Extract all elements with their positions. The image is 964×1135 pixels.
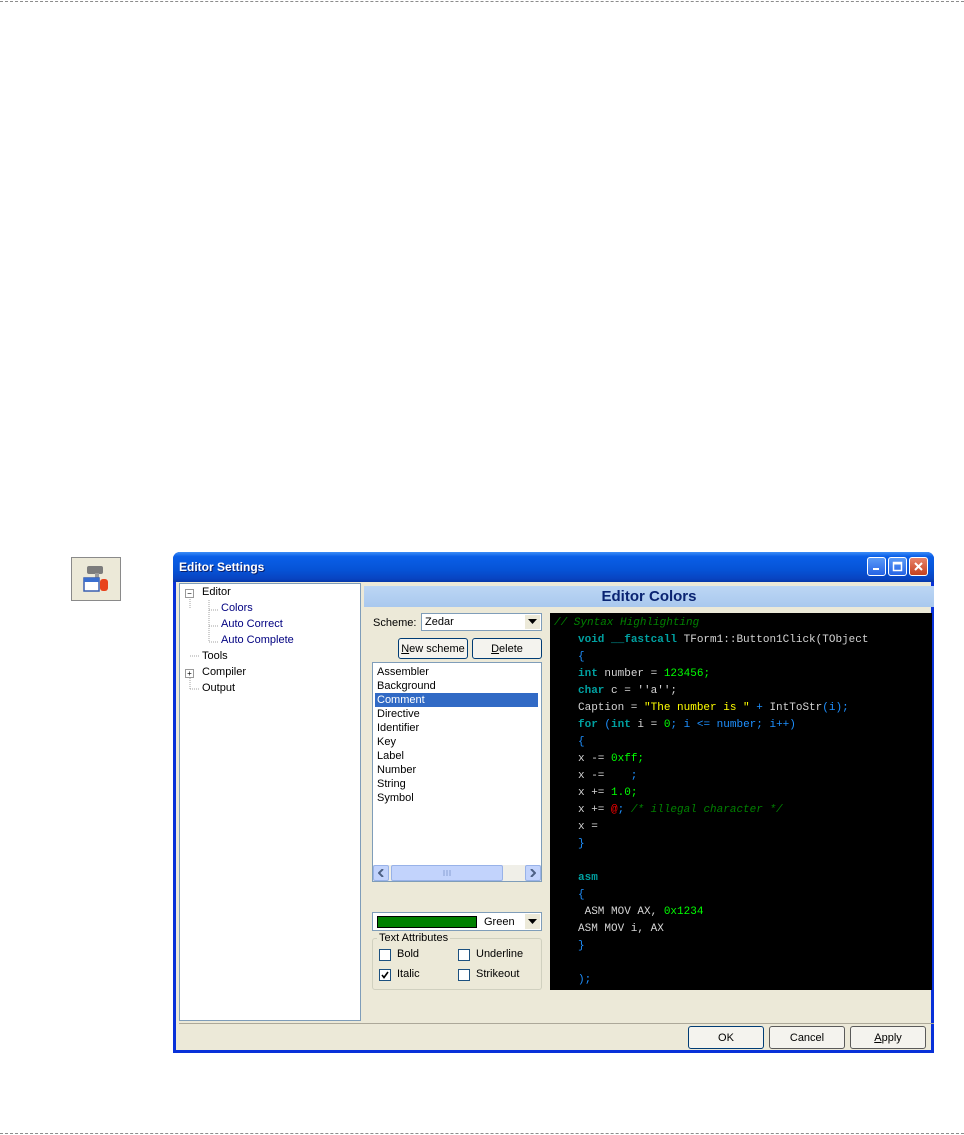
- cancel-button[interactable]: Cancel: [769, 1026, 845, 1049]
- code-line: {: [578, 736, 585, 748]
- underline-label: Underline: [476, 948, 524, 960]
- code-line: int number = 123456;: [578, 668, 711, 680]
- checkmark-icon: [381, 971, 389, 979]
- list-item[interactable]: Identifier: [375, 721, 538, 735]
- list-item[interactable]: Symbol: [375, 791, 538, 805]
- code-line: char c = ''a'';: [578, 685, 678, 697]
- list-item[interactable]: Key: [375, 735, 538, 749]
- italic-checkbox[interactable]: [379, 969, 391, 981]
- list-item[interactable]: String: [375, 777, 538, 791]
- chevron-left-icon: [378, 869, 384, 877]
- list-item-selected[interactable]: Comment: [375, 693, 538, 707]
- scheme-label: Scheme:: [373, 617, 417, 629]
- chevron-right-icon: [530, 869, 536, 877]
- dashed-border-bottom: [0, 1133, 964, 1134]
- scheme-value: Zedar: [425, 616, 454, 628]
- ok-button[interactable]: OK: [688, 1026, 764, 1049]
- code-line: x -= ;: [578, 770, 638, 782]
- code-line: asm: [578, 872, 598, 884]
- italic-label: Italic: [397, 968, 420, 980]
- chevron-down-icon: [525, 914, 540, 929]
- color-select[interactable]: Green: [372, 912, 542, 931]
- bold-label: Bold: [397, 948, 420, 960]
- editor-settings-window: Editor Settings − Editor Colors Auto Cor…: [173, 552, 934, 1053]
- list-item[interactable]: Number: [375, 763, 538, 777]
- minimize-button[interactable]: [867, 557, 886, 576]
- maximize-button[interactable]: [888, 557, 907, 576]
- chevron-down-icon: [525, 615, 540, 629]
- code-line: );: [578, 974, 592, 986]
- strikeout-label: Strikeout: [476, 968, 520, 980]
- maximize-icon: [892, 561, 903, 572]
- list-item[interactable]: Assembler: [375, 665, 538, 679]
- color-value: Green: [484, 916, 515, 928]
- list-item[interactable]: Label: [375, 749, 538, 763]
- code-line: }: [578, 838, 585, 850]
- code-line: // Syntax Highlighting: [554, 617, 700, 629]
- strikeout-checkbox[interactable]: [458, 969, 470, 981]
- code-line: ASM MOV AX, 0x1234: [578, 906, 704, 918]
- text-attributes-title: Text Attributes: [377, 932, 451, 944]
- title-bar[interactable]: Editor Settings: [173, 552, 934, 582]
- scroll-right-button[interactable]: [525, 865, 541, 881]
- apply-button[interactable]: Apply: [850, 1026, 926, 1049]
- delete-scheme-button[interactable]: Delete: [472, 638, 542, 659]
- scroll-thumb[interactable]: [391, 865, 503, 881]
- list-item[interactable]: Directive: [375, 707, 538, 721]
- settings-tool-icon[interactable]: [71, 557, 121, 601]
- code-line: for (int i = 0; i <= number; i++): [578, 719, 796, 731]
- scheme-select[interactable]: Zedar: [421, 613, 542, 631]
- close-icon: [914, 562, 923, 571]
- bold-checkbox[interactable]: [379, 949, 391, 961]
- code-preview: // Syntax Highlighting void __fastcall T…: [550, 613, 932, 990]
- color-swatch: [377, 916, 477, 928]
- underline-checkbox[interactable]: [458, 949, 470, 961]
- section-header: Editor Colors: [364, 586, 934, 607]
- text-attributes-group: Text Attributes Bold Underline Italic St…: [372, 932, 542, 990]
- code-line: x =: [578, 821, 598, 833]
- code-line: x -= 0xff;: [578, 753, 645, 765]
- code-line: }: [578, 940, 585, 952]
- element-list[interactable]: Assembler Background Comment Directive I…: [372, 662, 542, 882]
- code-line: {: [578, 651, 585, 663]
- code-line: x += @; /* illegal character */: [578, 804, 783, 816]
- code-line: x += 1.0;: [578, 787, 638, 799]
- grip-icon: [443, 870, 451, 876]
- code-line: ASM MOV i, AX: [578, 923, 664, 935]
- footer-separator: [179, 1023, 934, 1024]
- horizontal-scrollbar[interactable]: [373, 865, 541, 881]
- code-line: void __fastcall TForm1::Button1Click(TOb…: [578, 634, 869, 646]
- window-title: Editor Settings: [179, 560, 265, 574]
- dashed-border-top: [0, 1, 964, 2]
- scroll-left-button[interactable]: [373, 865, 389, 881]
- code-line: {: [578, 889, 585, 901]
- code-line: Caption = "The number is " + IntToStr(i)…: [578, 702, 849, 714]
- minimize-icon: [873, 568, 879, 570]
- close-button[interactable]: [909, 557, 928, 576]
- new-scheme-button[interactable]: New scheme: [398, 638, 468, 659]
- settings-tree[interactable]: − Editor Colors Auto Correct Auto Comple…: [179, 583, 361, 1021]
- list-item[interactable]: Background: [375, 679, 538, 693]
- tree-lines: [189, 599, 218, 690]
